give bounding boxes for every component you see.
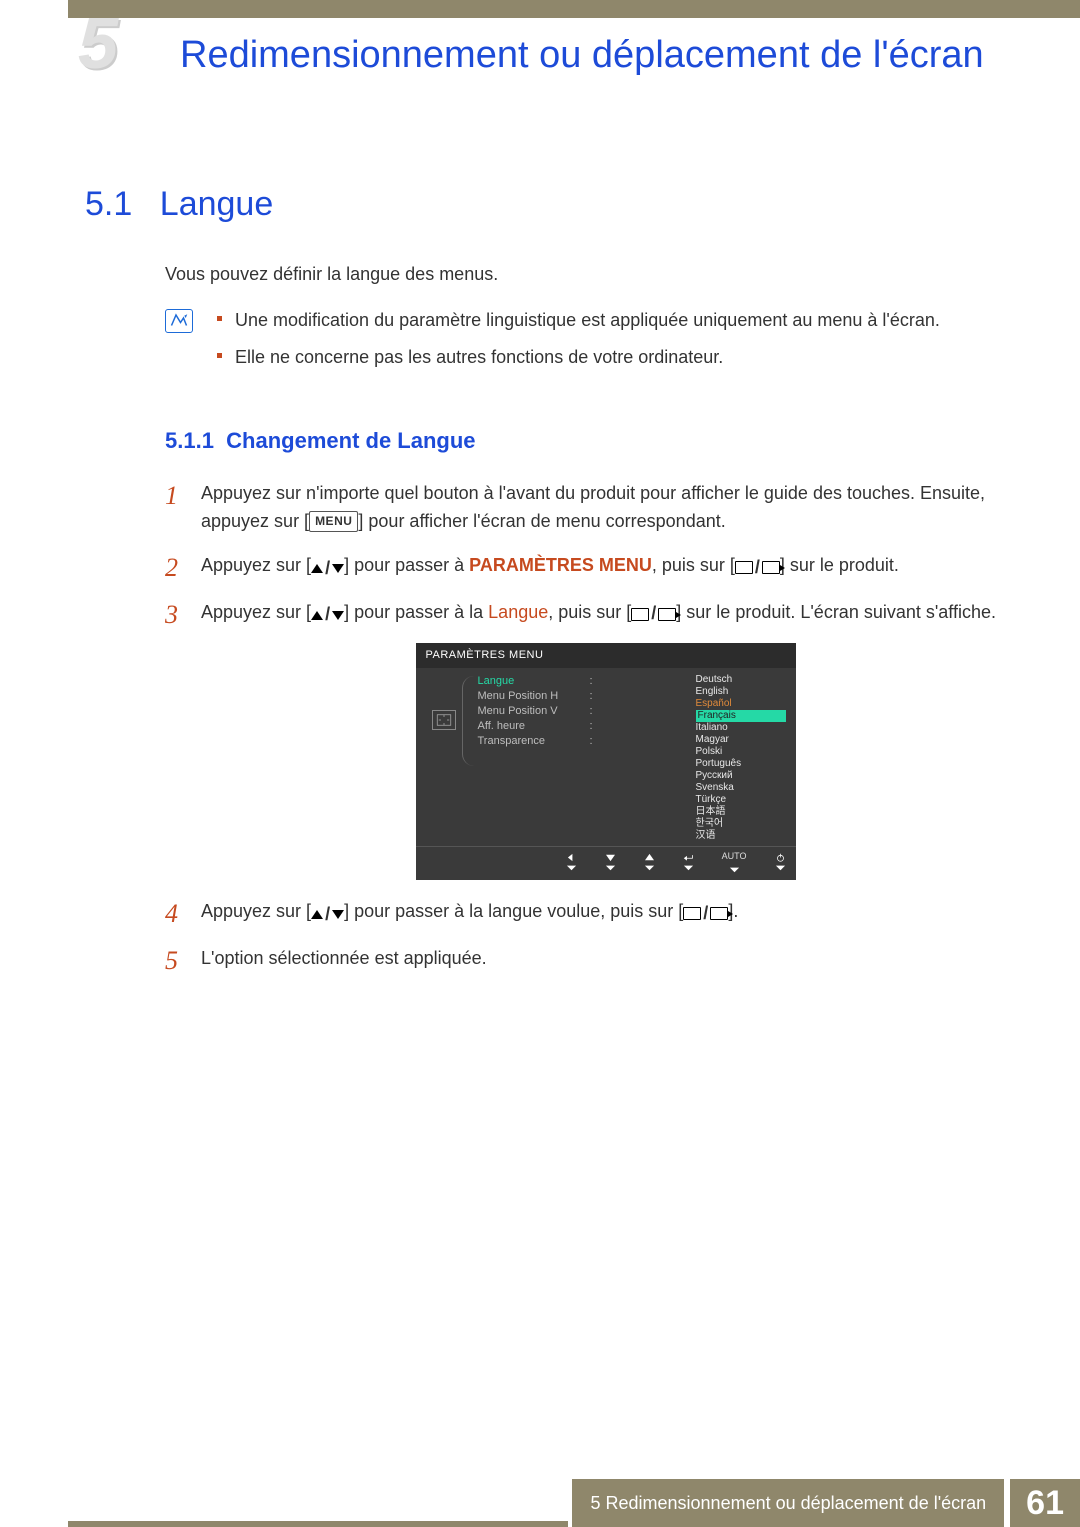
up-down-icon: / <box>311 555 344 583</box>
osd-language-option: English <box>696 686 786 698</box>
step-text: L'option sélectionnée est appliquée. <box>201 948 487 968</box>
page-header: 5 Redimensionnement ou déplacement de l'… <box>0 18 1080 138</box>
section-number: 5.1 <box>85 185 132 223</box>
step-text: , puis sur [ <box>652 555 735 575</box>
osd-back-icon <box>566 853 577 872</box>
note-list: Une modification du paramètre linguistiq… <box>215 307 940 383</box>
chapter-number: 5 <box>78 8 118 80</box>
source-enter-icon: / <box>683 900 728 928</box>
emphasis-text: Langue <box>488 602 548 622</box>
step-3: 3 Appuyez sur [/] pour passer à la Langu… <box>165 599 1010 880</box>
step-text: ] pour passer à la <box>344 602 488 622</box>
osd-title: PARAMÈTRES MENU <box>416 643 796 668</box>
note-item: Une modification du paramètre linguistiq… <box>215 307 940 335</box>
osd-language-option: Svenska <box>696 782 786 794</box>
step-text: ] pour passer à la langue voulue, puis s… <box>344 901 683 921</box>
source-enter-icon: / <box>735 554 780 582</box>
note-icon <box>165 309 193 333</box>
subsection-number: 5.1.1 <box>165 428 214 453</box>
osd-menu-item: Menu Position H: <box>478 689 696 704</box>
osd-language-list: DeutschEnglishEspañolFrançaisItalianoMag… <box>696 674 786 842</box>
osd-up-icon <box>644 853 655 872</box>
osd-language-option: Magyar <box>696 734 786 746</box>
step-1: 1 Appuyez sur n'importe quel bouton à l'… <box>165 480 1010 536</box>
osd-menu-item: Transparence: <box>478 734 696 749</box>
osd-language-option: Русский <box>696 770 786 782</box>
note-item: Elle ne concerne pas les autres fonction… <box>215 344 940 372</box>
osd-enter-icon <box>683 853 694 872</box>
osd-footer-icons: AUTO <box>416 846 796 874</box>
footer-chapter-label: 5 Redimensionnement ou déplacement de l'… <box>572 1479 1004 1527</box>
step-number: 2 <box>165 548 178 588</box>
osd-language-option: Italiano <box>696 722 786 734</box>
step-text: ] sur le produit. L'écran suivant s'affi… <box>676 602 996 622</box>
footer-page-number: 61 <box>1010 1479 1080 1527</box>
section-title: Langue <box>160 185 273 223</box>
osd-language-option: Deutsch <box>696 674 786 686</box>
up-down-icon: / <box>311 901 344 929</box>
osd-language-option: 日本語 <box>696 806 786 818</box>
step-number: 4 <box>165 894 178 934</box>
osd-menu-item: Langue: <box>478 674 696 689</box>
section-heading: 5.1 Langue <box>85 178 1010 231</box>
osd-language-option: Français <box>696 710 786 722</box>
step-number: 5 <box>165 941 178 981</box>
osd-menu-item: Aff. heure: <box>478 719 696 734</box>
step-text: Appuyez sur [ <box>201 555 311 575</box>
step-text: ] pour afficher l'écran de menu correspo… <box>358 511 725 531</box>
page-content: 5.1 Langue Vous pouvez définir la langue… <box>85 178 1010 972</box>
subsection-title: Changement de Langue <box>226 428 475 453</box>
subsection-heading: 5.1.1 Changement de Langue <box>165 424 1010 458</box>
source-enter-icon: / <box>631 600 676 628</box>
step-text: , puis sur [ <box>548 602 631 622</box>
osd-menu-item: Menu Position V: <box>478 704 696 719</box>
step-number: 3 <box>165 595 178 635</box>
step-text: Appuyez sur [ <box>201 602 311 622</box>
osd-language-option: 한국어 <box>696 818 786 830</box>
osd-language-option: Türkçe <box>696 794 786 806</box>
step-number: 1 <box>165 476 178 516</box>
osd-screenshot: PARAMÈTRES MENU Langue:Menu Position H:M… <box>416 643 796 880</box>
page-footer: 5 Redimensionnement ou déplacement de l'… <box>0 1479 1080 1527</box>
step-text: Appuyez sur [ <box>201 901 311 921</box>
page-title: Redimensionnement ou déplacement de l'éc… <box>180 18 1020 80</box>
osd-language-option: Português <box>696 758 786 770</box>
osd-menu-items: Langue:Menu Position H:Menu Position V:A… <box>462 674 696 749</box>
up-down-icon: / <box>311 601 344 629</box>
step-text: ] sur le produit. <box>780 555 899 575</box>
emphasis-text: PARAMÈTRES MENU <box>469 555 652 575</box>
step-text: ] pour passer à <box>344 555 469 575</box>
section-intro: Vous pouvez définir la langue des menus. <box>165 261 1010 289</box>
osd-language-option: Polski <box>696 746 786 758</box>
steps-list: 1 Appuyez sur n'importe quel bouton à l'… <box>165 480 1010 972</box>
osd-category-icon <box>426 674 462 730</box>
osd-language-option: 汉语 <box>696 830 786 842</box>
osd-language-option: Español <box>696 698 786 710</box>
header-stripe <box>68 0 1080 18</box>
osd-auto-label: AUTO <box>722 850 747 874</box>
step-4: 4 Appuyez sur [/] pour passer à la langu… <box>165 898 1010 928</box>
step-2: 2 Appuyez sur [/] pour passer à PARAMÈTR… <box>165 552 1010 582</box>
menu-button-label: MENU <box>309 511 358 532</box>
note-block: Une modification du paramètre linguistiq… <box>165 307 1010 383</box>
step-5: 5 L'option sélectionnée est appliquée. <box>165 945 1010 973</box>
osd-down-icon <box>605 853 616 872</box>
osd-power-icon <box>775 853 786 872</box>
